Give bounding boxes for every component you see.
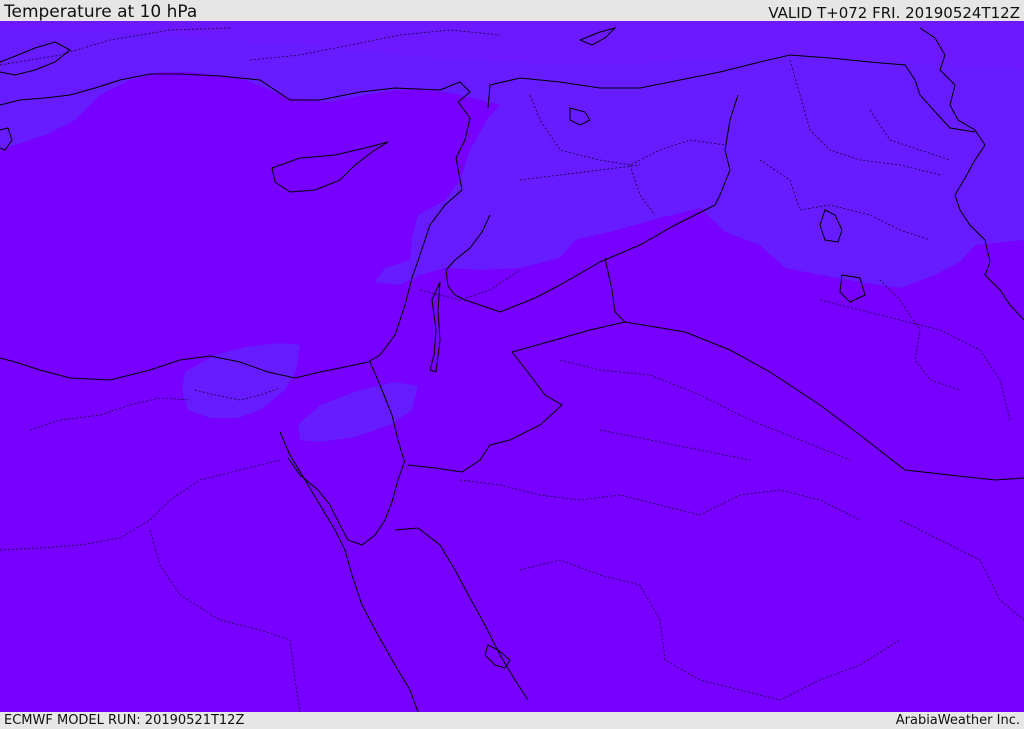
- temperature-map: [0, 21, 1024, 712]
- footer-bar: ECMWF MODEL RUN: 20190521T12Z ArabiaWeat…: [0, 712, 1024, 729]
- credit-label: ArabiaWeather Inc.: [895, 713, 1020, 728]
- map-title: Temperature at 10 hPa: [4, 2, 198, 22]
- header-bar: Temperature at 10 hPa VALID T+072 FRI. 2…: [0, 0, 1024, 22]
- model-run-label: ECMWF MODEL RUN: 20190521T12Z: [4, 713, 245, 728]
- valid-time: VALID T+072 FRI. 20190524T12Z: [768, 4, 1020, 22]
